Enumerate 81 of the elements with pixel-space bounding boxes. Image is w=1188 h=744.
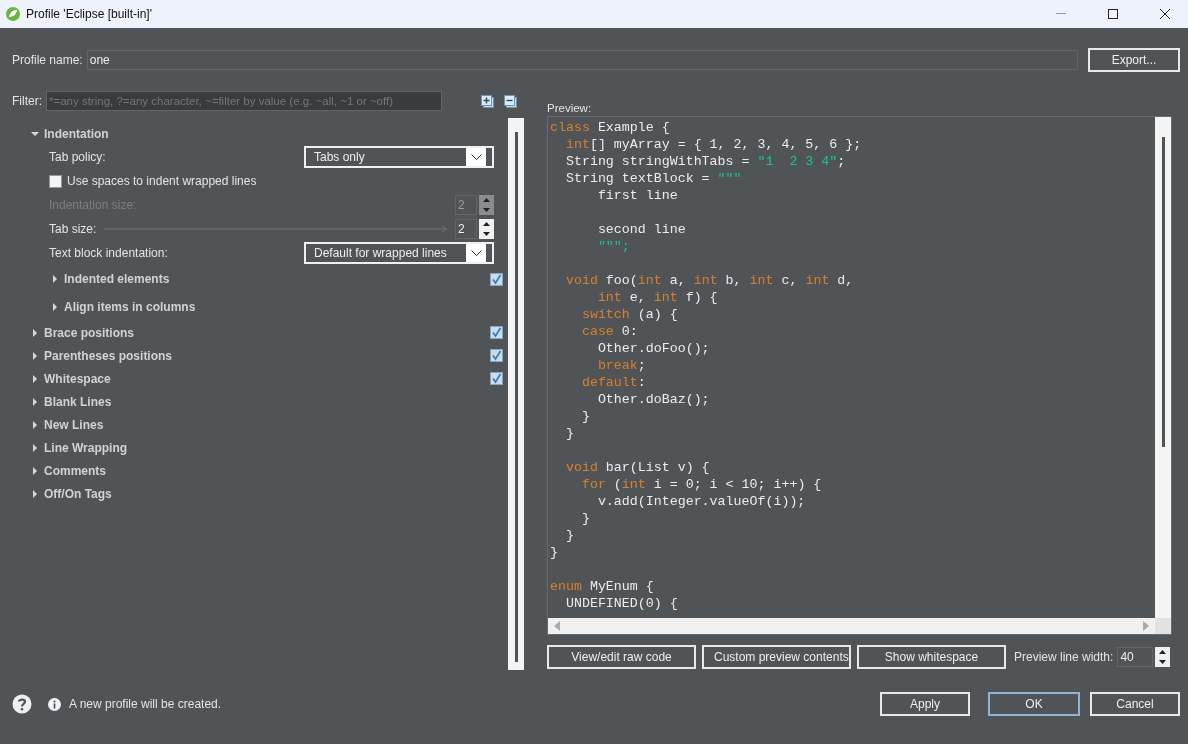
collapsed-arrow-icon[interactable] <box>50 302 60 312</box>
preview-button[interactable]: Show whitespace <box>857 645 1006 669</box>
window-title: Profile 'Eclipse [built-in]' <box>26 7 152 21</box>
collapsed-arrow-icon[interactable] <box>50 274 60 284</box>
collapse-all-icon[interactable] <box>504 94 517 108</box>
code-line: } <box>580 510 591 527</box>
tree-item[interactable]: Line Wrapping <box>12 436 508 459</box>
code-line: v.add(Integer.valueOf(i)); <box>596 493 807 510</box>
tree-item[interactable]: Blank Lines <box>12 390 508 413</box>
dropdown[interactable]: Tabs only <box>304 146 494 168</box>
code-line: for (int i = 0; i < 10; i++) { <box>580 476 823 493</box>
code-line: } <box>550 544 559 561</box>
app-logo-icon <box>6 7 20 21</box>
chevron-down-icon <box>470 250 482 256</box>
collapsed-arrow-icon[interactable] <box>30 442 40 453</box>
tree-item[interactable]: Comments <box>12 459 508 482</box>
tree-item[interactable]: Brace positions <box>12 321 508 344</box>
dropdown[interactable]: Default for wrapped lines <box>304 242 494 264</box>
code-line: Other.doFoo(); <box>596 340 711 357</box>
code-line: String stringWithTabs = "1 2 3 4"; <box>564 153 847 170</box>
code-line: enum MyEnum { <box>550 578 655 595</box>
tree-item[interactable]: Align items in columns <box>12 293 508 321</box>
tree-item[interactable]: Indented elements <box>12 265 508 293</box>
code-line: UNDEFINED(0) { <box>564 595 679 612</box>
setting-label: Tab policy: <box>49 150 107 164</box>
code-line: } <box>564 425 575 442</box>
setting-label: Tab size: <box>49 222 97 236</box>
collapsed-arrow-icon[interactable] <box>30 465 40 476</box>
code-line: void bar(List v) { <box>564 459 711 476</box>
dialog-button[interactable]: OK <box>988 692 1080 716</box>
collapsed-arrow-icon[interactable] <box>30 350 40 361</box>
code-line: int[] myArray = { 1, 2, 3, 4, 5, 6 }; <box>564 136 863 153</box>
chevron-down-icon <box>470 154 482 160</box>
maximize-icon[interactable] <box>1108 9 1118 19</box>
code-line: } <box>564 527 575 544</box>
code-line: case 0: <box>580 323 639 340</box>
collapsed-arrow-icon[interactable] <box>30 488 40 499</box>
code-line: break; <box>596 357 647 374</box>
code-line: second line <box>596 221 687 238</box>
tree-item[interactable]: Parentheses positions <box>12 344 508 367</box>
code-line: default: <box>580 374 647 391</box>
code-line: class Example { <box>550 119 671 136</box>
code-line: String textBlock = """ <box>564 170 743 187</box>
code-line: int e, int f) { <box>596 289 719 306</box>
collapsed-arrow-icon[interactable] <box>30 373 40 384</box>
preview-button[interactable]: Custom preview contents <box>702 645 851 669</box>
setting-label: Text block indentation: <box>49 246 169 260</box>
code-line: void foo(int a, int b, int c, int d, <box>564 272 855 289</box>
scrollbar-corner <box>1155 618 1171 634</box>
vertical-scrollbar[interactable] <box>1155 117 1171 618</box>
checkbox-label: Use spaces to indent wrapped lines <box>67 174 258 188</box>
status-message: A new profile will be created. <box>69 697 222 711</box>
profile-name-field[interactable]: one <box>86 50 1078 70</box>
tree-item[interactable]: New Lines <box>12 413 508 436</box>
code-line: switch (a) { <box>580 306 679 323</box>
collapsed-arrow-icon[interactable] <box>30 396 40 407</box>
collapsed-arrow-icon[interactable] <box>30 419 40 430</box>
minimize-icon[interactable] <box>1056 13 1066 15</box>
profile-name-label: Profile name: <box>12 53 83 67</box>
help-icon[interactable] <box>12 694 32 714</box>
tree-item[interactable]: Indentation <box>12 122 508 145</box>
filter-label: Filter: <box>12 94 42 108</box>
code-line: first line <box>596 187 679 204</box>
preview-button[interactable]: View/edit raw code <box>547 645 696 669</box>
expand-all-icon[interactable] <box>481 94 494 108</box>
code-line: } <box>580 408 591 425</box>
info-icon <box>48 697 61 711</box>
dialog-button[interactable]: Cancel <box>1090 692 1180 716</box>
preview-label: Preview: <box>547 102 592 114</box>
close-icon[interactable] <box>1160 9 1170 19</box>
collapsed-arrow-icon[interactable] <box>30 327 40 338</box>
filter-field[interactable]: *=any string, ?=any character, ~=filter by value (e.g. ~all, ~1 or ~off) <box>46 91 442 111</box>
vertical-scrollbar[interactable] <box>508 118 524 670</box>
code-line: """; <box>596 238 631 255</box>
tree-item[interactable]: Whitespace <box>12 367 508 390</box>
tree-item[interactable]: Off/On Tags <box>12 482 508 505</box>
code-line: Other.doBaz(); <box>596 391 711 408</box>
checkbox[interactable] <box>49 174 62 188</box>
export-button[interactable]: Export... <box>1088 48 1180 72</box>
dialog-button[interactable]: Apply <box>880 692 970 716</box>
line-width-label: Preview line width: <box>1014 650 1114 664</box>
